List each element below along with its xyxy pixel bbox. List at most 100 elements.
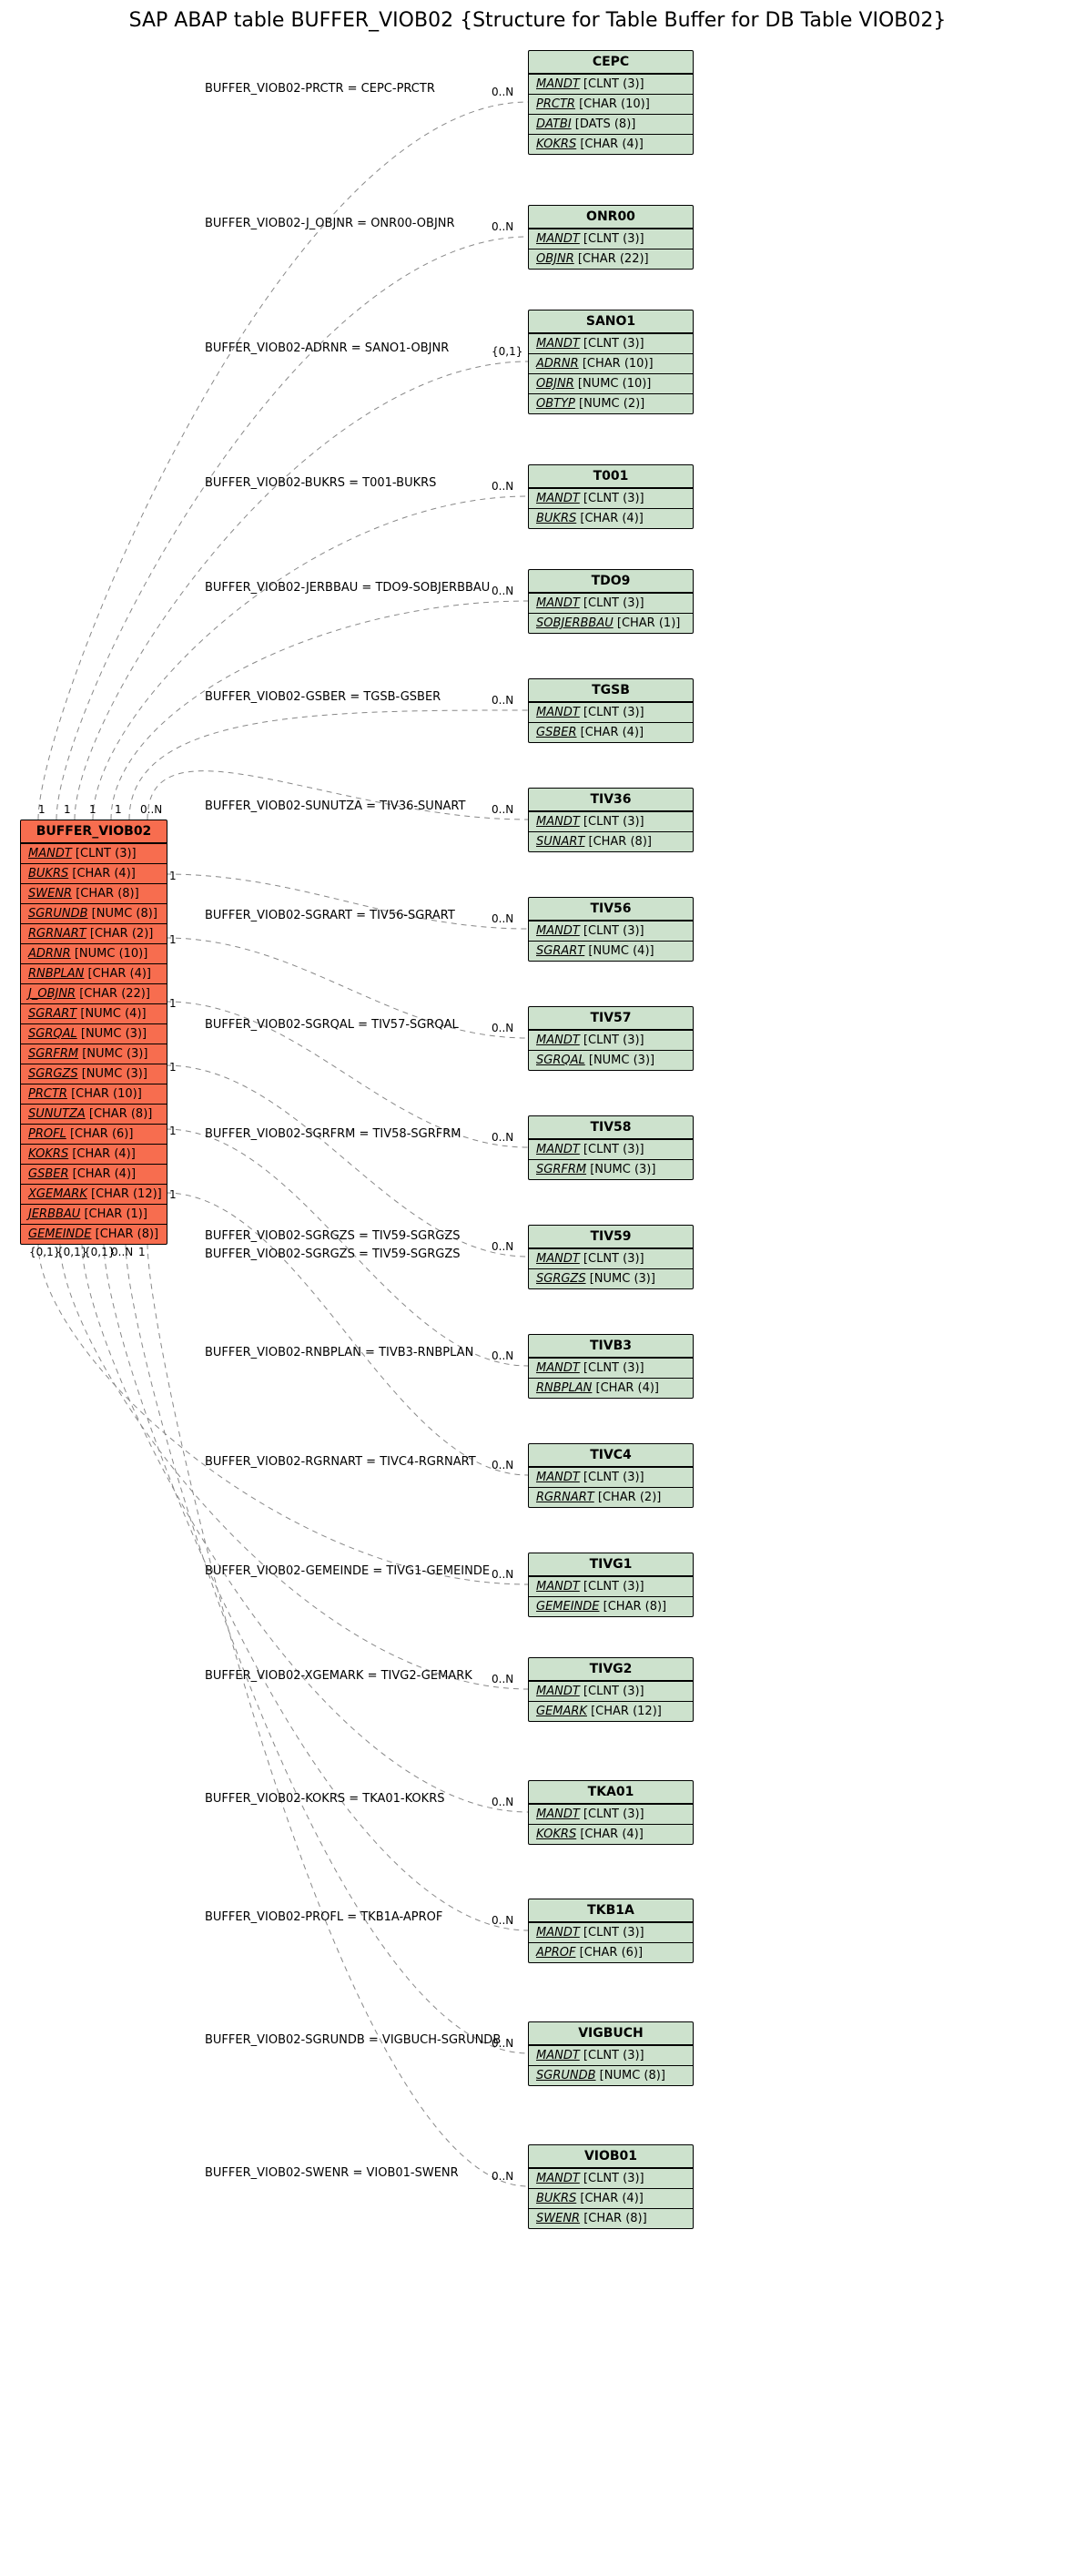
entity-tdo9: TDO9MANDT [CLNT (3)]SOBJERBBAU [CHAR (1)… bbox=[528, 569, 694, 634]
entity-header: TKB1A bbox=[529, 1899, 693, 1922]
edge-label: 0..N bbox=[492, 1131, 513, 1144]
entity-field: GEMARK [CHAR (12)] bbox=[529, 1701, 693, 1721]
entity-header: TIVG2 bbox=[529, 1658, 693, 1681]
entity-field: MANDT [CLNT (3)] bbox=[529, 1681, 693, 1701]
entity-field: MANDT [CLNT (3)] bbox=[529, 1467, 693, 1487]
page-title: SAP ABAP table BUFFER_VIOB02 {Structure … bbox=[0, 9, 1075, 32]
edge-label: BUFFER_VIOB02-PROFL = TKB1A-APROF bbox=[205, 1910, 442, 1924]
edge-label: 0..N bbox=[492, 803, 513, 816]
entity-field: MANDT [CLNT (3)] bbox=[529, 1248, 693, 1268]
entity-field: DATBI [DATS (8)] bbox=[529, 114, 693, 134]
edge-label: BUFFER_VIOB02-BUKRS = T001-BUKRS bbox=[205, 476, 436, 490]
entity-field: MANDT [CLNT (3)] bbox=[529, 1139, 693, 1159]
entity-header: TIV58 bbox=[529, 1116, 693, 1139]
entity-field: APROF [CHAR (6)] bbox=[529, 1942, 693, 1962]
entity-field: MANDT [CLNT (3)] bbox=[529, 488, 693, 508]
entity-header: SANO1 bbox=[529, 311, 693, 333]
edge-label: {0,1} bbox=[492, 345, 522, 358]
entity-field: SGRFRM [NUMC (3)] bbox=[529, 1159, 693, 1179]
edge-label: 0..N bbox=[492, 2170, 513, 2183]
entity-header: TIVG1 bbox=[529, 1553, 693, 1576]
entity-tivg2: TIVG2MANDT [CLNT (3)]GEMARK [CHAR (12)] bbox=[528, 1657, 694, 1722]
edge-label: BUFFER_VIOB02-KOKRS = TKA01-KOKRS bbox=[205, 1792, 444, 1806]
entity-tivg1: TIVG1MANDT [CLNT (3)]GEMEINDE [CHAR (8)] bbox=[528, 1553, 694, 1617]
entity-header: TGSB bbox=[529, 679, 693, 702]
entity-field: MANDT [CLNT (3)] bbox=[529, 1922, 693, 1942]
edge-label: BUFFER_VIOB02-SWENR = VIOB01-SWENR bbox=[205, 2166, 459, 2180]
entity-field: SGRUNDB [NUMC (8)] bbox=[21, 903, 167, 923]
entity-field: MANDT [CLNT (3)] bbox=[529, 593, 693, 613]
edge-label: BUFFER_VIOB02-RGRNART = TIVC4-RGRNART bbox=[205, 1455, 476, 1469]
edge-label: BUFFER_VIOB02-SGRUNDB = VIGBUCH-SGRUNDB bbox=[205, 2033, 501, 2047]
entity-field: SUNART [CHAR (8)] bbox=[529, 831, 693, 851]
entity-tkb1a: TKB1AMANDT [CLNT (3)]APROF [CHAR (6)] bbox=[528, 1899, 694, 1963]
entity-field: SOBJERBBAU [CHAR (1)] bbox=[529, 613, 693, 633]
entity-field: GEMEINDE [CHAR (8)] bbox=[21, 1224, 167, 1244]
edge-label: BUFFER_VIOB02-SGRQAL = TIV57-SGRQAL bbox=[205, 1018, 459, 1032]
entity-field: SWENR [CHAR (8)] bbox=[529, 2208, 693, 2228]
edge-label: 0..N bbox=[492, 1796, 513, 1808]
entity-field: MANDT [CLNT (3)] bbox=[529, 1804, 693, 1824]
entity-tivc4: TIVC4MANDT [CLNT (3)]RGRNART [CHAR (2)] bbox=[528, 1443, 694, 1508]
edge-label: 1 bbox=[169, 1125, 177, 1137]
entity-field: MANDT [CLNT (3)] bbox=[529, 229, 693, 249]
entity-header: TIV36 bbox=[529, 789, 693, 811]
entity-field: OBJNR [NUMC (10)] bbox=[529, 373, 693, 393]
entity-tiv36: TIV36MANDT [CLNT (3)]SUNART [CHAR (8)] bbox=[528, 788, 694, 852]
edge-label: BUFFER_VIOB02-SGRART = TIV56-SGRART bbox=[205, 909, 455, 922]
edge-label: 1 bbox=[169, 1188, 177, 1201]
entity-field: KOKRS [CHAR (4)] bbox=[529, 134, 693, 154]
edge-label: BUFFER_VIOB02-PRCTR = CEPC-PRCTR bbox=[205, 82, 435, 96]
entity-field: GEMEINDE [CHAR (8)] bbox=[529, 1596, 693, 1616]
entity-field: SGRQAL [NUMC (3)] bbox=[21, 1023, 167, 1044]
entity-field: PRCTR [CHAR (10)] bbox=[21, 1084, 167, 1104]
entity-header: ONR00 bbox=[529, 206, 693, 229]
entity-field: SUNUTZA [CHAR (8)] bbox=[21, 1104, 167, 1124]
edge-label: BUFFER_VIOB02-SUNUTZA = TIV36-SUNART bbox=[205, 799, 465, 813]
entity-header: TIVB3 bbox=[529, 1335, 693, 1358]
entity-header: T001 bbox=[529, 465, 693, 488]
entity-field: KOKRS [CHAR (4)] bbox=[21, 1144, 167, 1164]
edge-label: 1 bbox=[38, 803, 46, 816]
entity-field: MANDT [CLNT (3)] bbox=[529, 74, 693, 94]
edge-label: 0..N bbox=[492, 86, 513, 98]
edge-label: 0..N bbox=[492, 480, 513, 493]
entity-field: RGRNART [CHAR (2)] bbox=[21, 923, 167, 943]
entity-field: RNBPLAN [CHAR (4)] bbox=[529, 1378, 693, 1398]
edge-label: BUFFER_VIOB02-ADRNR = SANO1-OBJNR bbox=[205, 341, 449, 355]
entity-field: JERBBAU [CHAR (1)] bbox=[21, 1204, 167, 1224]
entity-tiv57: TIV57MANDT [CLNT (3)]SGRQAL [NUMC (3)] bbox=[528, 1006, 694, 1071]
edge-label: 1 bbox=[169, 933, 177, 946]
entity-field: BUKRS [CHAR (4)] bbox=[529, 508, 693, 528]
edge-label: 1 bbox=[169, 997, 177, 1010]
entity-onr00: ONR00MANDT [CLNT (3)]OBJNR [CHAR (22)] bbox=[528, 205, 694, 270]
edge-label: 0..N bbox=[111, 1246, 133, 1258]
edge-label: BUFFER_VIOB02-JERBBAU = TDO9-SOBJERBBAU bbox=[205, 581, 490, 595]
entity-header: VIOB01 bbox=[529, 2145, 693, 2168]
entity-tgsb: TGSBMANDT [CLNT (3)]GSBER [CHAR (4)] bbox=[528, 678, 694, 743]
entity-field: RNBPLAN [CHAR (4)] bbox=[21, 963, 167, 983]
edge-label: 0..N bbox=[492, 1673, 513, 1685]
entity-buffer_viob02: BUFFER_VIOB02MANDT [CLNT (3)]BUKRS [CHAR… bbox=[20, 820, 167, 1245]
entity-t001: T001MANDT [CLNT (3)]BUKRS [CHAR (4)] bbox=[528, 464, 694, 529]
entity-field: ADRNR [CHAR (10)] bbox=[529, 353, 693, 373]
entity-field: BUKRS [CHAR (4)] bbox=[529, 2188, 693, 2208]
edge-label: 0..N bbox=[492, 220, 513, 233]
entity-tka01: TKA01MANDT [CLNT (3)]KOKRS [CHAR (4)] bbox=[528, 1780, 694, 1845]
entity-field: SWENR [CHAR (8)] bbox=[21, 883, 167, 903]
entity-field: J_OBJNR [CHAR (22)] bbox=[21, 983, 167, 1003]
entity-tiv56: TIV56MANDT [CLNT (3)]SGRART [NUMC (4)] bbox=[528, 897, 694, 962]
edge-label: 0..N bbox=[492, 1459, 513, 1471]
edge-label: BUFFER_VIOB02-SGRGZS = TIV59-SGRGZS bbox=[205, 1247, 460, 1261]
entity-field: SGRQAL [NUMC (3)] bbox=[529, 1050, 693, 1070]
edge-label: 1 bbox=[89, 803, 96, 816]
entity-tiv59: TIV59MANDT [CLNT (3)]SGRGZS [NUMC (3)] bbox=[528, 1225, 694, 1289]
edge-label: 0..N bbox=[492, 912, 513, 925]
entity-field: MANDT [CLNT (3)] bbox=[529, 811, 693, 831]
edge-label: 0..N bbox=[140, 803, 162, 816]
edge-label: 0..N bbox=[492, 1022, 513, 1034]
entity-field: RGRNART [CHAR (2)] bbox=[529, 1487, 693, 1507]
entity-header: TKA01 bbox=[529, 1781, 693, 1804]
edge-label: BUFFER_VIOB02-SGRFRM = TIV58-SGRFRM bbox=[205, 1127, 461, 1141]
edge-label: BUFFER_VIOB02-RNBPLAN = TIVB3-RNBPLAN bbox=[205, 1346, 473, 1359]
